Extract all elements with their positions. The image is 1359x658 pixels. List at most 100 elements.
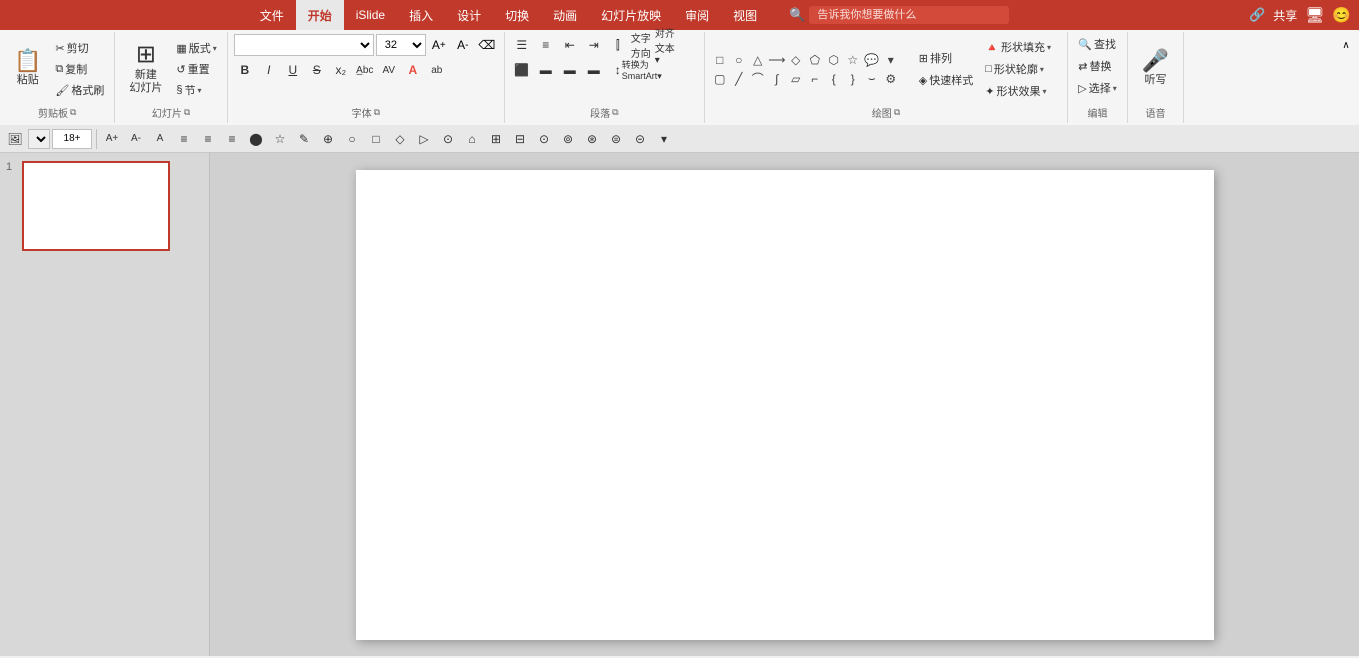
align-center-button[interactable]: ▬ (535, 59, 557, 81)
font-size-increase-button[interactable]: A+ (428, 34, 450, 56)
shape-arc[interactable]: ⌣ (863, 70, 881, 88)
toolbar-media8[interactable]: ⊜ (605, 128, 627, 150)
shape-freeform[interactable]: ∫ (768, 70, 786, 88)
toolbar-align-right[interactable]: ≡ (221, 128, 243, 150)
toolbar-shape-rect[interactable]: □ (365, 128, 387, 150)
toolbar-font-shrink[interactable]: A- (125, 128, 147, 150)
shape-star[interactable]: ☆ (844, 51, 862, 69)
tab-islide[interactable]: iSlide (344, 0, 397, 30)
underline-button[interactable]: U (282, 59, 304, 81)
smiley-icon[interactable]: 😊 (1332, 6, 1351, 24)
tab-file[interactable]: 文件 (248, 0, 296, 30)
toolbar-more[interactable]: ▾ (653, 128, 675, 150)
clear-format-button[interactable]: ⌫ (476, 34, 498, 56)
collapse-ribbon-button[interactable]: ∧ (1335, 34, 1357, 56)
tab-animation[interactable]: 动画 (541, 0, 589, 30)
tab-design[interactable]: 设计 (445, 0, 493, 30)
font-size-select[interactable]: 32 (376, 34, 426, 56)
copy-button[interactable]: ⧉ 复制 (51, 59, 108, 79)
toolbar-media5[interactable]: ⊙ (533, 128, 555, 150)
smartart-button[interactable]: 转换为SmartArt▾ (631, 59, 653, 81)
shape-rounded[interactable]: ▢ (711, 70, 729, 88)
cut-button[interactable]: ✂ 剪切 (51, 38, 108, 58)
font-name-select[interactable] (234, 34, 374, 56)
shape-hex[interactable]: ⬡ (825, 51, 843, 69)
toolbar-shape-diamond[interactable]: ◇ (389, 128, 411, 150)
slide-thumbnail-1[interactable] (22, 161, 170, 251)
shape-custom[interactable]: ⚙ (882, 70, 900, 88)
toolbar-align-left[interactable]: ≡ (173, 128, 195, 150)
select-button[interactable]: ▷ 选择 ▾ (1074, 78, 1120, 98)
shape-bracket[interactable]: } (844, 70, 862, 88)
toolbar-media3[interactable]: ⊞ (485, 128, 507, 150)
shape-fill-button[interactable]: 🔺 形状填充 ▾ (981, 37, 1061, 57)
tab-view[interactable]: 视图 (721, 0, 769, 30)
drawing-expand-icon[interactable]: ⧉ (894, 107, 900, 118)
highlight-button[interactable]: ab (426, 59, 448, 81)
shape-line[interactable]: ╱ (730, 70, 748, 88)
shape-brace[interactable]: { (825, 70, 843, 88)
monitor-icon[interactable]: 🖥 (1305, 6, 1324, 24)
shape-pentagon[interactable]: ⬠ (806, 51, 824, 69)
quick-style-button[interactable]: ◈ 快速样式 (915, 70, 977, 90)
toolbar-outline[interactable]: ☆ (269, 128, 291, 150)
shadow-button[interactable]: A̲bc (354, 59, 376, 81)
toolbar-media9[interactable]: ⊝ (629, 128, 651, 150)
align-justify-button[interactable]: ▬ (583, 59, 605, 81)
toolbar-media6[interactable]: ⊚ (557, 128, 579, 150)
shape-triangle[interactable]: △ (749, 51, 767, 69)
dictate-button[interactable]: 🎤 听写 (1134, 34, 1177, 104)
shape-arrow[interactable]: ⟶ (768, 51, 786, 69)
tab-review[interactable]: 审阅 (673, 0, 721, 30)
align-left-button[interactable]: ⬛ (511, 59, 533, 81)
toolbar-image-insert[interactable]: 🖼 (4, 128, 26, 150)
indent-increase-button[interactable]: ⇥ (583, 34, 605, 56)
italic-button[interactable]: I (258, 59, 280, 81)
new-slide-button[interactable]: ⊞ 新建幻灯片 (121, 34, 170, 104)
indent-decrease-button[interactable]: ⇤ (559, 34, 581, 56)
bold-button[interactable]: B (234, 59, 256, 81)
paragraph-expand-icon[interactable]: ⧉ (612, 107, 618, 118)
shape-callout[interactable]: 💬 (863, 51, 881, 69)
toolbar-effects[interactable]: ✎ (293, 128, 315, 150)
shape-diamond[interactable]: ◇ (787, 51, 805, 69)
toolbar-media2[interactable]: ⌂ (461, 128, 483, 150)
paste-button[interactable]: 📋 粘贴 (6, 34, 49, 104)
toolbar-media1[interactable]: ⊙ (437, 128, 459, 150)
tab-transition[interactable]: 切换 (493, 0, 541, 30)
format-painter-button[interactable]: 🖌 格式刷 (51, 80, 108, 100)
slide-canvas[interactable] (356, 170, 1214, 640)
shape-rect[interactable]: □ (711, 51, 729, 69)
arrange-button[interactable]: ⊞ 排列 (915, 48, 977, 68)
subscript-button[interactable]: x₂ (330, 59, 352, 81)
tab-home[interactable]: 开始 (296, 0, 344, 30)
share-label[interactable]: 共享 (1273, 7, 1297, 24)
shape-circle[interactable]: ○ (730, 51, 748, 69)
columns-button[interactable]: ⫿ (607, 34, 629, 56)
tab-insert[interactable]: 插入 (397, 0, 445, 30)
shape-more[interactable]: ▾ (882, 51, 900, 69)
strikethrough-button[interactable]: S (306, 59, 328, 81)
font-spacing-button[interactable]: AV (378, 59, 400, 81)
toolbar-shape-circle[interactable]: ○ (341, 128, 363, 150)
toolbar-media4[interactable]: ⊟ (509, 128, 531, 150)
text-box-select[interactable] (28, 129, 50, 149)
toolbar-font-grow[interactable]: A+ (101, 128, 123, 150)
text-direction-button[interactable]: 文字方向 (631, 34, 653, 56)
shape-effect-button[interactable]: ✦ 形状效果 ▾ (981, 81, 1061, 101)
font-expand-icon[interactable]: ⧉ (374, 107, 380, 118)
shape-curve[interactable]: ⌒ (749, 70, 767, 88)
toolbar-color-fill[interactable]: ⬤ (245, 128, 267, 150)
clipboard-expand-icon[interactable]: ⧉ (70, 107, 76, 118)
shape-right-angle[interactable]: ⌐ (806, 70, 824, 88)
toolbar-shape-plus[interactable]: ⊕ (317, 128, 339, 150)
slides-expand-icon[interactable]: ⧉ (184, 107, 190, 118)
bullet-list-button[interactable]: ☰ (511, 34, 533, 56)
section-button[interactable]: § 节 ▾ (172, 80, 220, 100)
share-icon[interactable]: 🔗 (1249, 7, 1265, 23)
toolbar-shape-arrow[interactable]: ▷ (413, 128, 435, 150)
reset-button[interactable]: ↺ 重置 (172, 59, 220, 79)
find-button[interactable]: 🔍 查找 (1074, 34, 1120, 54)
search-input[interactable] (809, 6, 1009, 24)
replace-button[interactable]: ⇄ 替换 (1074, 56, 1115, 76)
